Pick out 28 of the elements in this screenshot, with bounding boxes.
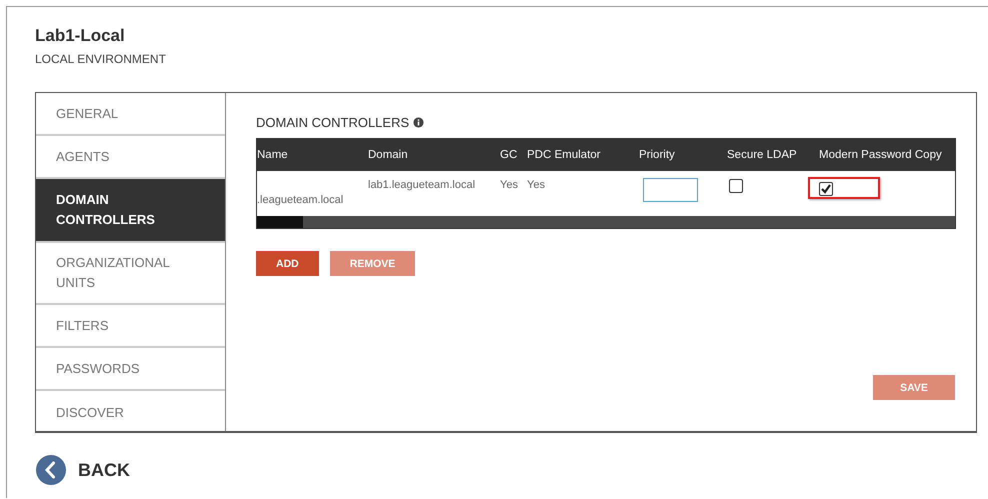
table-cell: Yes bbox=[500, 179, 518, 191]
page-subtitle: LOCAL ENVIRONMENT bbox=[35, 52, 167, 66]
table-cell: Yes bbox=[527, 179, 545, 191]
checkbox[interactable] bbox=[729, 179, 743, 193]
info-icon[interactable] bbox=[413, 117, 424, 128]
back-icon[interactable] bbox=[35, 454, 67, 486]
column-header: GC bbox=[500, 149, 518, 161]
sidebar-item[interactable]: ORGANIZATIONAL UNITS bbox=[36, 243, 225, 305]
priority-field[interactable] bbox=[643, 178, 698, 202]
column-header: Name bbox=[257, 149, 289, 161]
column-header: Modern Password Copy bbox=[819, 149, 943, 161]
page-title: Lab1-Local bbox=[35, 26, 126, 46]
table-cell: .leagueteam.local bbox=[257, 194, 344, 206]
sidebar-item[interactable]: GENERAL bbox=[36, 93, 225, 136]
column-header: PDC Emulator bbox=[527, 149, 602, 161]
checkbox[interactable] bbox=[819, 182, 833, 196]
scrollbar[interactable] bbox=[257, 216, 955, 228]
section-title: DOMAIN CONTROLLERS bbox=[256, 115, 410, 130]
column-header: Priority bbox=[639, 149, 676, 161]
sidebar-item[interactable]: PASSWORDS bbox=[36, 348, 225, 391]
table-cell: lab1.leagueteam.local bbox=[368, 179, 476, 191]
column-header: Domain bbox=[368, 149, 409, 161]
sidebar-item[interactable]: FILTERS bbox=[36, 305, 225, 348]
action-button[interactable]: ADD bbox=[256, 251, 319, 276]
sidebar-item[interactable]: DOMAIN CONTROLLERS bbox=[36, 179, 225, 243]
back-link[interactable]: BACK bbox=[78, 460, 130, 480]
sidebar-item[interactable]: DISCOVER bbox=[36, 391, 225, 434]
column-header: Secure LDAP bbox=[727, 149, 798, 161]
